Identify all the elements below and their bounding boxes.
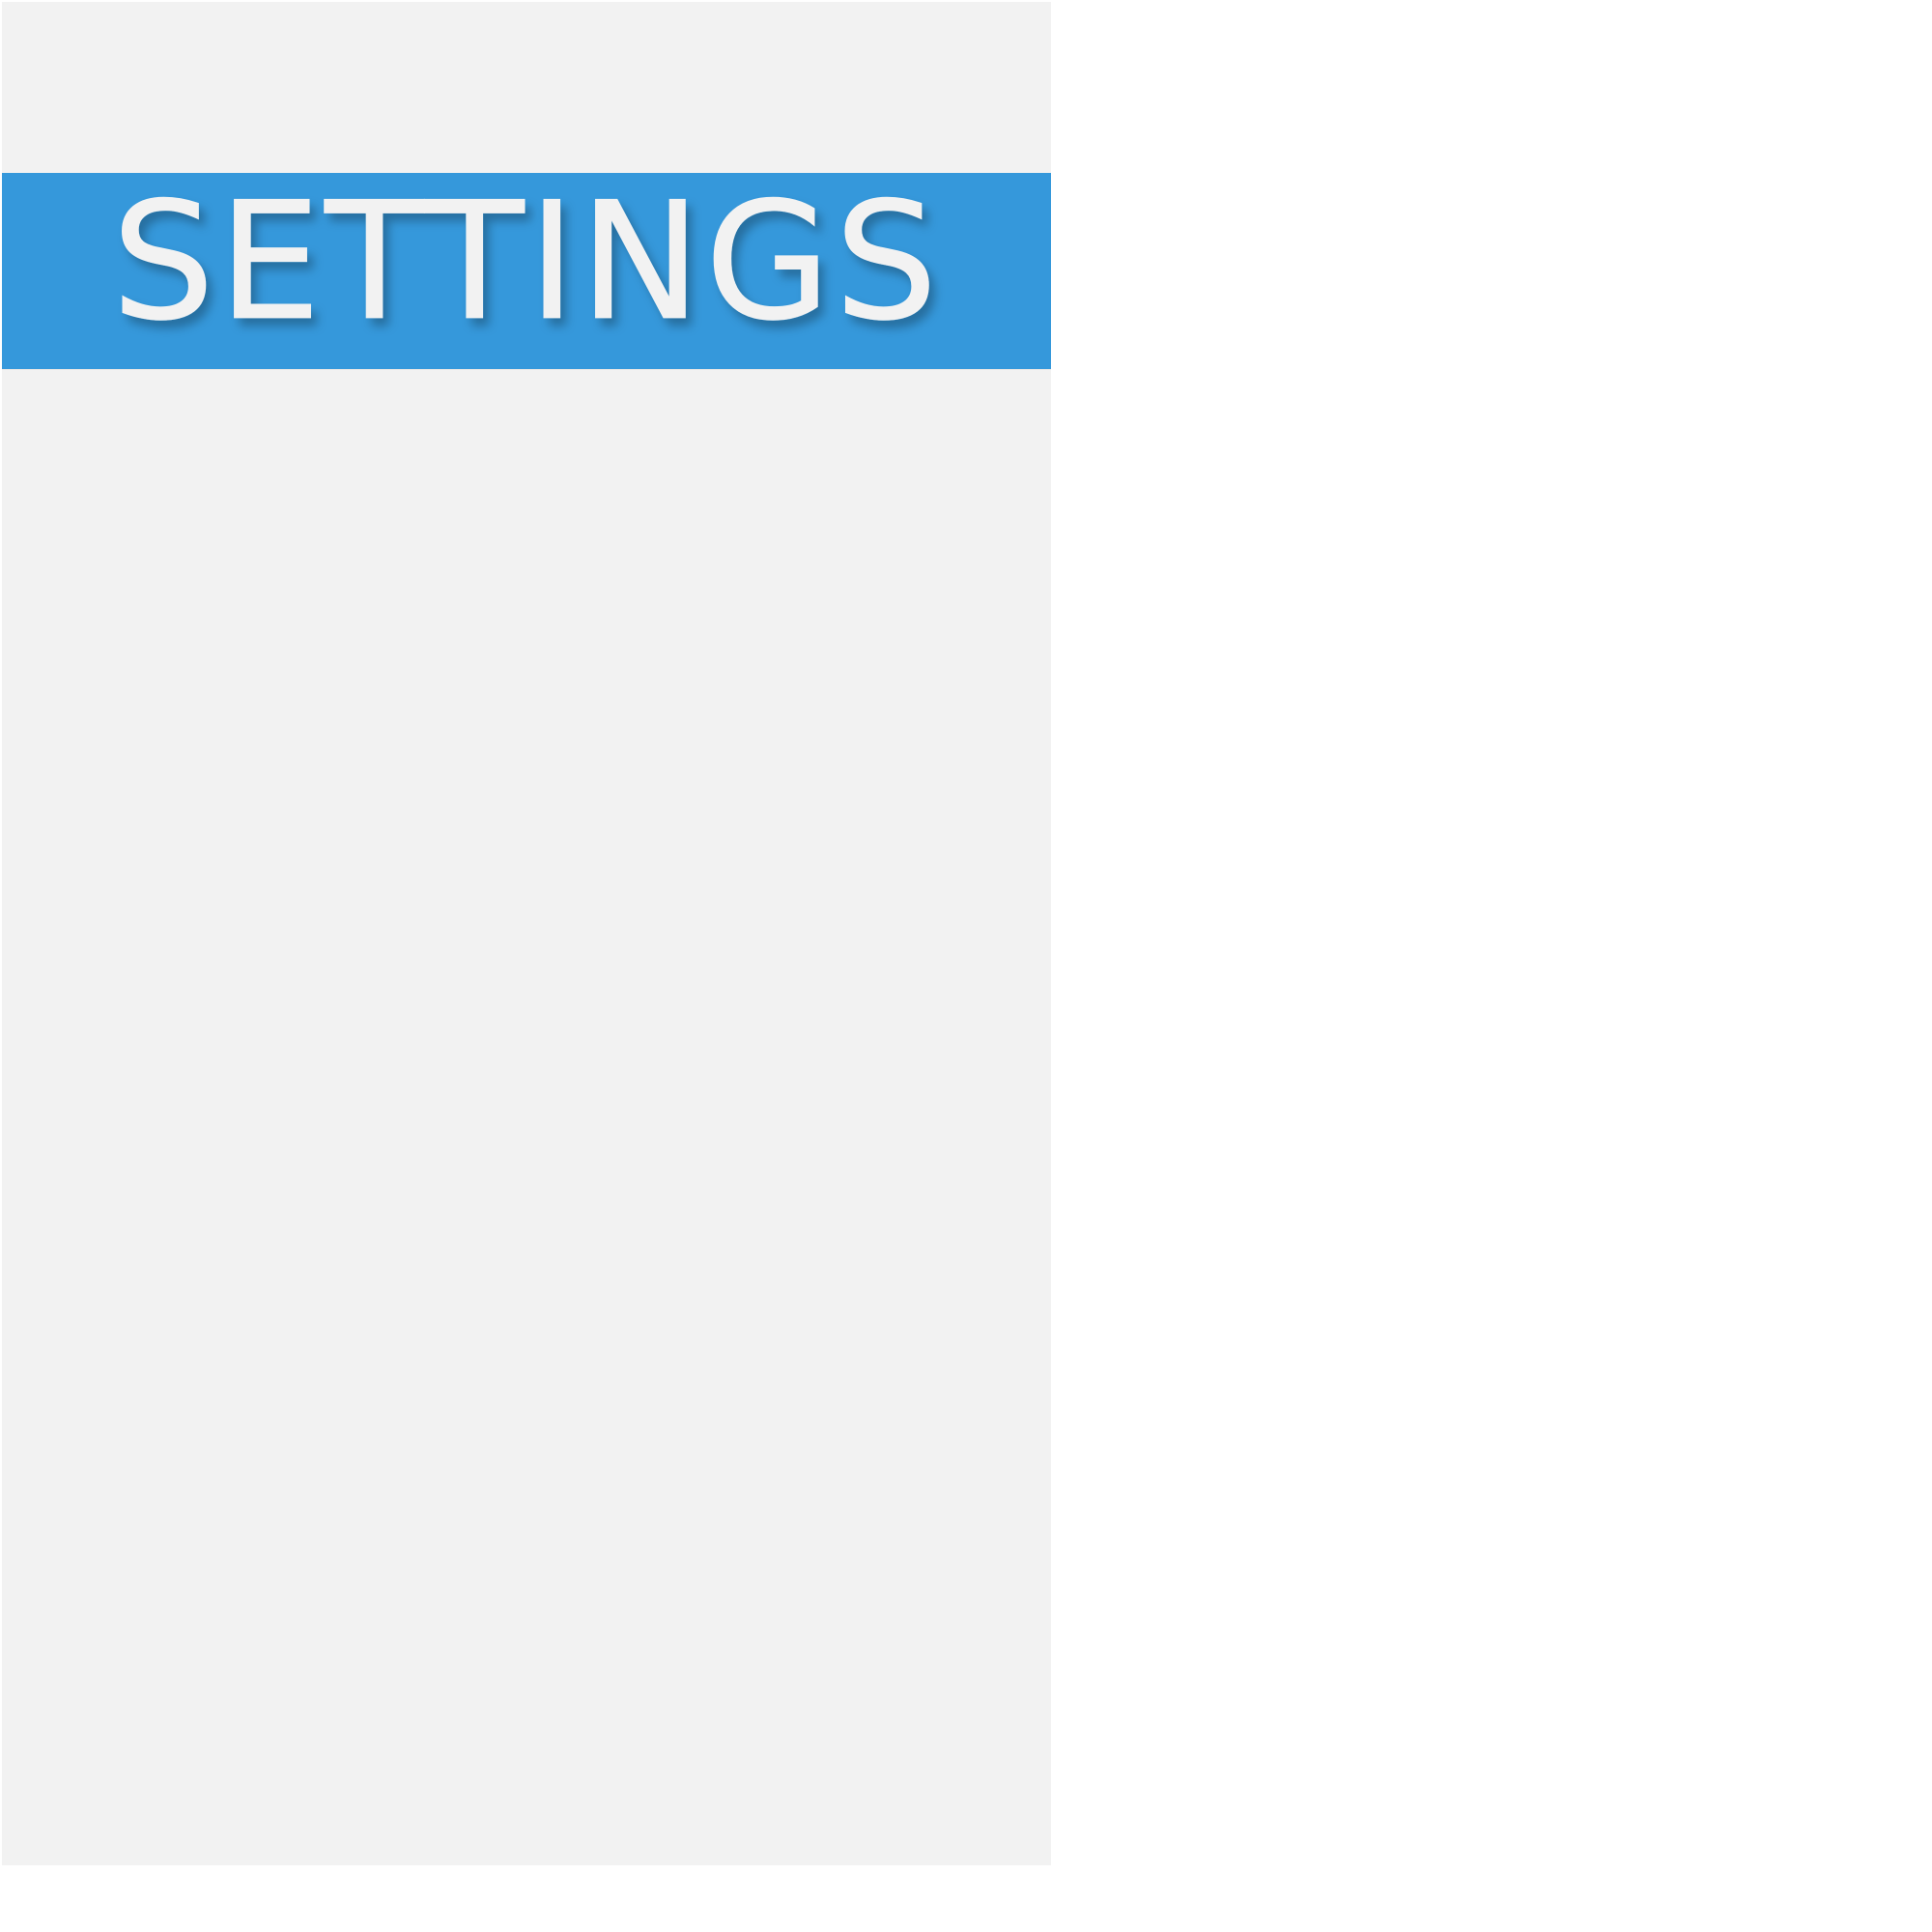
page-title-text: SETTINGS [111,173,941,356]
settings-header-bar: SETTINGS [2,173,1051,369]
page-title-svg: SETTINGS [111,173,941,356]
page-title: SETTINGS [2,173,1051,369]
